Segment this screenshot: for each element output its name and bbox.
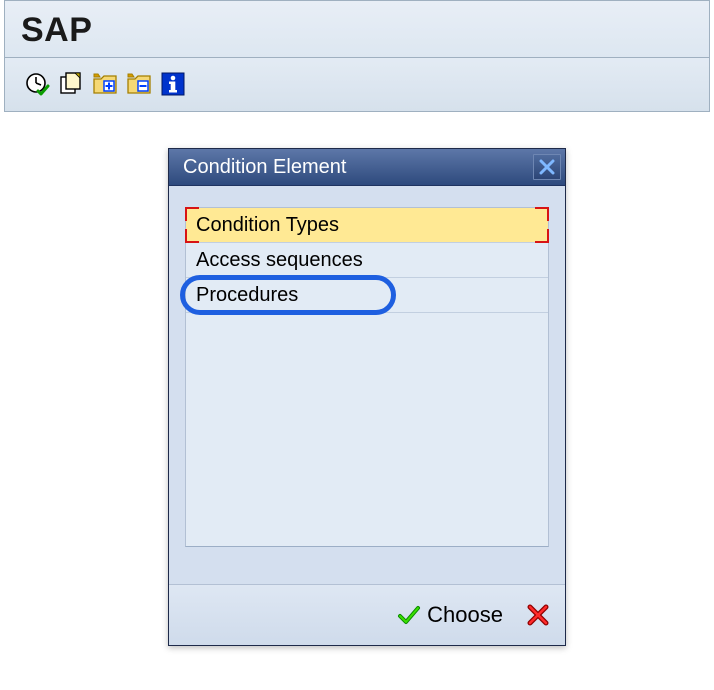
folder-minus-icon[interactable] [125,70,153,98]
cancel-button[interactable] [527,604,549,626]
dialog-close-button[interactable] [533,154,561,180]
dialog-list: Condition Types Access sequences Procedu… [185,207,549,547]
dialog-footer: Choose [169,584,565,645]
option-procedures[interactable]: Procedures [186,278,548,313]
cancel-icon [527,604,549,626]
option-label: Access sequences [196,249,363,271]
option-label: Condition Types [196,214,339,236]
close-icon [539,159,555,175]
condition-element-dialog: Condition Element Condition Types Access… [168,148,566,646]
clock-check-icon[interactable] [23,70,51,98]
option-label: Procedures [196,284,298,306]
copy-icon[interactable] [57,70,85,98]
info-icon[interactable] [159,70,187,98]
choose-button[interactable]: Choose [397,602,503,628]
choose-label: Choose [427,602,503,628]
option-condition-types[interactable]: Condition Types [186,208,548,243]
folder-plus-icon[interactable] [91,70,119,98]
dialog-titlebar: Condition Element [169,149,565,186]
toolbar [4,58,710,112]
check-icon [397,603,421,627]
option-access-sequences[interactable]: Access sequences [186,243,548,278]
app-title: SAP [21,11,92,50]
dialog-title: Condition Element [183,156,346,179]
app-title-band: SAP [4,0,710,58]
